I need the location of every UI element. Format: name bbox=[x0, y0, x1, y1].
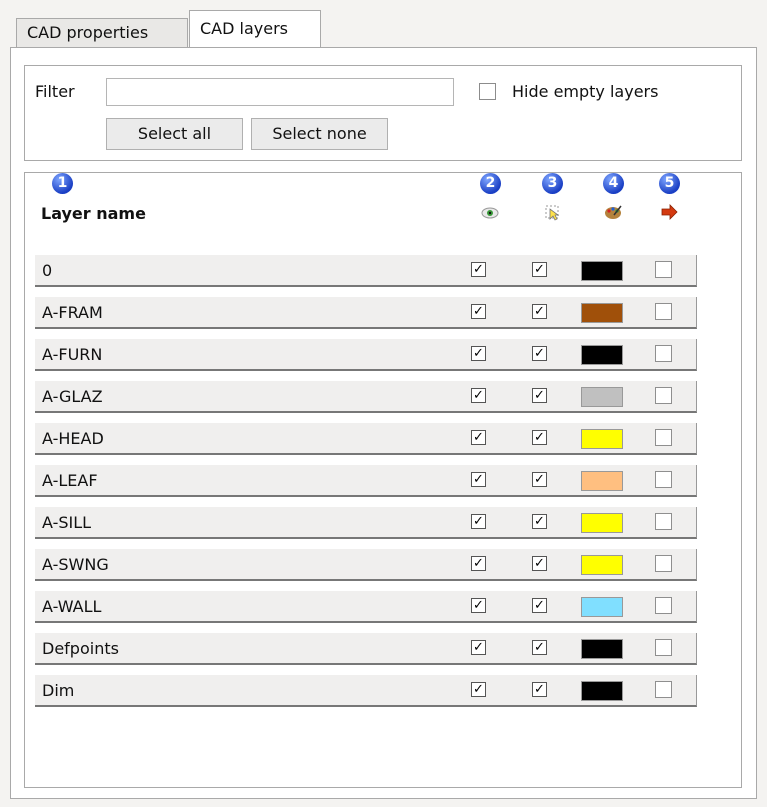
layer-visible-checkbox[interactable]: ✓ bbox=[471, 262, 486, 277]
layer-name: A-FRAM bbox=[42, 303, 103, 322]
layer-export-checkbox[interactable] bbox=[655, 597, 672, 614]
layer-color-swatch[interactable] bbox=[581, 345, 623, 365]
layer-row[interactable]: A-LEAF ✓ ✓ bbox=[35, 465, 697, 497]
tab-cad-layers[interactable]: CAD layers bbox=[189, 10, 321, 48]
layer-color-swatch[interactable] bbox=[581, 597, 623, 617]
layer-export-checkbox[interactable] bbox=[655, 261, 672, 278]
layers-list: 1 2 3 4 5 Layer name 0 ✓ ✓ A-FRAM ✓ ✓ A-FURN ✓ ✓… bbox=[24, 172, 742, 788]
layer-export-checkbox[interactable] bbox=[655, 387, 672, 404]
layer-name: Defpoints bbox=[42, 639, 119, 658]
layer-name-header: Layer name bbox=[41, 204, 146, 223]
layer-selectable-checkbox[interactable]: ✓ bbox=[532, 388, 547, 403]
layer-name: A-LEAF bbox=[42, 471, 98, 490]
layer-selectable-checkbox[interactable]: ✓ bbox=[532, 346, 547, 361]
layer-visible-checkbox[interactable]: ✓ bbox=[471, 598, 486, 613]
layer-selectable-checkbox[interactable]: ✓ bbox=[532, 514, 547, 529]
layer-visible-checkbox[interactable]: ✓ bbox=[471, 472, 486, 487]
layer-selectable-checkbox[interactable]: ✓ bbox=[532, 556, 547, 571]
export-arrow-icon bbox=[659, 203, 679, 221]
layer-name: Dim bbox=[42, 681, 75, 700]
layer-export-checkbox[interactable] bbox=[655, 303, 672, 320]
layer-visible-checkbox[interactable]: ✓ bbox=[471, 682, 486, 697]
layer-color-swatch[interactable] bbox=[581, 681, 623, 701]
layer-visible-checkbox[interactable]: ✓ bbox=[471, 430, 486, 445]
layer-row[interactable]: 0 ✓ ✓ bbox=[35, 255, 697, 287]
layer-selectable-checkbox[interactable]: ✓ bbox=[532, 304, 547, 319]
select-none-button[interactable]: Select none bbox=[251, 118, 388, 150]
column-number-4-icon: 4 bbox=[603, 173, 624, 194]
layer-visible-checkbox[interactable]: ✓ bbox=[471, 640, 486, 655]
layer-color-swatch[interactable] bbox=[581, 471, 623, 491]
layer-export-checkbox[interactable] bbox=[655, 429, 672, 446]
layer-row[interactable]: A-HEAD ✓ ✓ bbox=[35, 423, 697, 455]
layer-color-swatch[interactable] bbox=[581, 387, 623, 407]
column-number-1-icon: 1 bbox=[52, 173, 73, 194]
layer-visible-checkbox[interactable]: ✓ bbox=[471, 388, 486, 403]
layer-color-swatch[interactable] bbox=[581, 303, 623, 323]
layer-selectable-checkbox[interactable]: ✓ bbox=[532, 262, 547, 277]
layer-selectable-checkbox[interactable]: ✓ bbox=[532, 430, 547, 445]
filter-label: Filter bbox=[35, 82, 75, 101]
color-palette-icon bbox=[603, 203, 623, 221]
layer-export-checkbox[interactable] bbox=[655, 471, 672, 488]
layer-visible-checkbox[interactable]: ✓ bbox=[471, 346, 486, 361]
hide-empty-layers-checkbox[interactable] bbox=[479, 83, 496, 100]
layer-visible-checkbox[interactable]: ✓ bbox=[471, 304, 486, 319]
layer-export-checkbox[interactable] bbox=[655, 639, 672, 656]
layer-color-swatch[interactable] bbox=[581, 261, 623, 281]
layer-export-checkbox[interactable] bbox=[655, 345, 672, 362]
layer-visible-checkbox[interactable]: ✓ bbox=[471, 556, 486, 571]
tab-cad-properties[interactable]: CAD properties bbox=[16, 18, 188, 48]
layer-selectable-checkbox[interactable]: ✓ bbox=[532, 682, 547, 697]
layer-export-checkbox[interactable] bbox=[655, 555, 672, 572]
layer-color-swatch[interactable] bbox=[581, 429, 623, 449]
column-number-3-icon: 3 bbox=[542, 173, 563, 194]
layer-row[interactable]: Dim ✓ ✓ bbox=[35, 675, 697, 707]
layer-name: A-FURN bbox=[42, 345, 103, 364]
layer-selectable-checkbox[interactable]: ✓ bbox=[532, 640, 547, 655]
filter-input[interactable] bbox=[106, 78, 454, 106]
column-number-5-icon: 5 bbox=[659, 173, 680, 194]
column-number-2-icon: 2 bbox=[480, 173, 501, 194]
layer-name: A-SWNG bbox=[42, 555, 109, 574]
layer-name: 0 bbox=[42, 261, 53, 280]
hide-empty-layers-label[interactable]: Hide empty layers bbox=[512, 82, 658, 101]
filter-section: Filter Hide empty layers Select all Sele… bbox=[24, 65, 742, 161]
layer-export-checkbox[interactable] bbox=[655, 513, 672, 530]
layer-row[interactable]: A-WALL ✓ ✓ bbox=[35, 591, 697, 623]
layer-visible-checkbox[interactable]: ✓ bbox=[471, 514, 486, 529]
layer-export-checkbox[interactable] bbox=[655, 681, 672, 698]
layer-color-swatch[interactable] bbox=[581, 513, 623, 533]
cad-layers-panel: Filter Hide empty layers Select all Sele… bbox=[10, 47, 757, 799]
layer-name: A-GLAZ bbox=[42, 387, 103, 406]
layer-row[interactable]: A-SILL ✓ ✓ bbox=[35, 507, 697, 539]
layer-selectable-checkbox[interactable]: ✓ bbox=[532, 472, 547, 487]
selectable-icon bbox=[542, 203, 562, 221]
layer-name: A-WALL bbox=[42, 597, 102, 616]
layer-row[interactable]: A-FRAM ✓ ✓ bbox=[35, 297, 697, 329]
layer-name: A-SILL bbox=[42, 513, 92, 532]
visibility-icon bbox=[480, 203, 500, 221]
layer-color-swatch[interactable] bbox=[581, 639, 623, 659]
layer-row[interactable]: Defpoints ✓ ✓ bbox=[35, 633, 697, 665]
select-all-button[interactable]: Select all bbox=[106, 118, 243, 150]
layer-name: A-HEAD bbox=[42, 429, 104, 448]
layer-row[interactable]: A-FURN ✓ ✓ bbox=[35, 339, 697, 371]
layer-row[interactable]: A-SWNG ✓ ✓ bbox=[35, 549, 697, 581]
layer-color-swatch[interactable] bbox=[581, 555, 623, 575]
layer-selectable-checkbox[interactable]: ✓ bbox=[532, 598, 547, 613]
layer-row[interactable]: A-GLAZ ✓ ✓ bbox=[35, 381, 697, 413]
